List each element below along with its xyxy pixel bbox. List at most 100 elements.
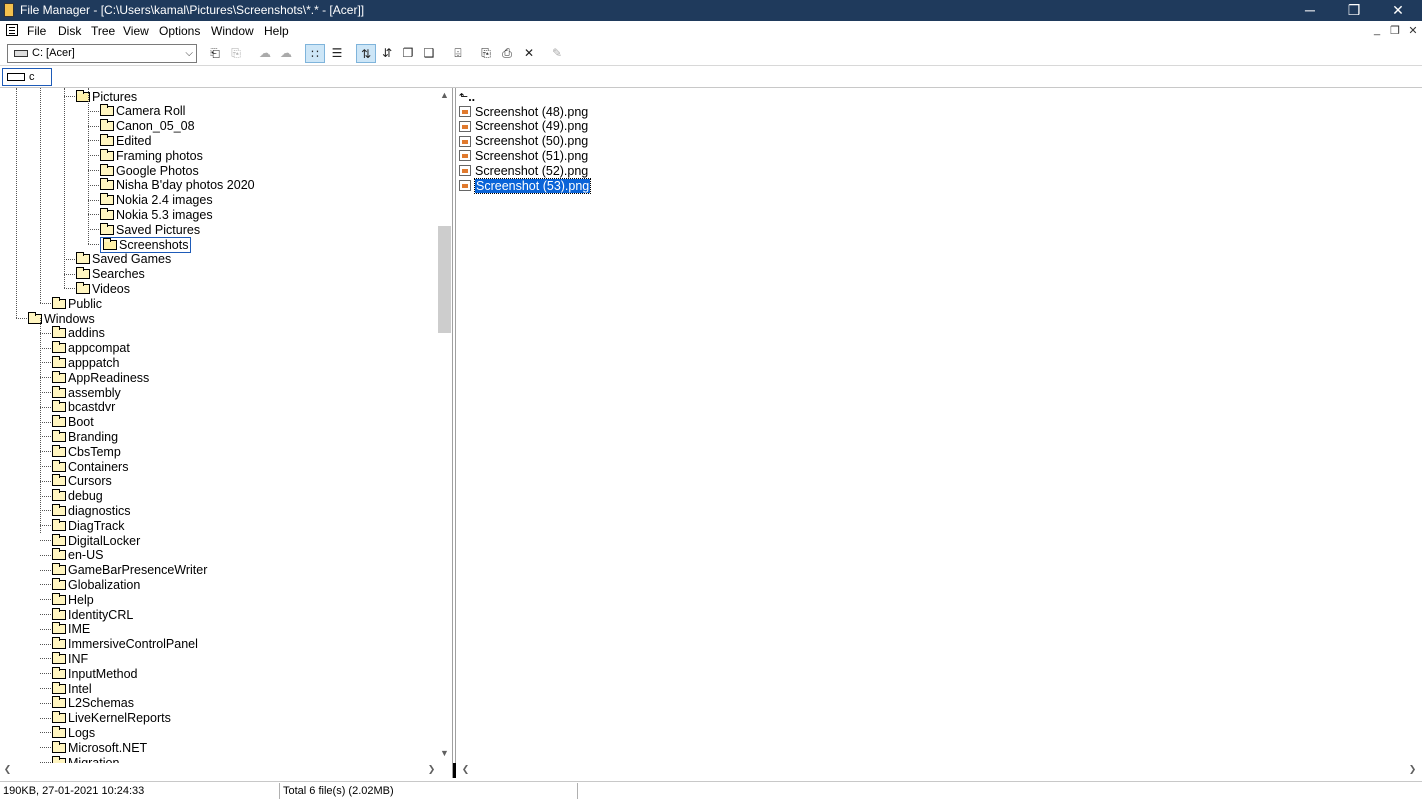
tree-item[interactable]: Cursors <box>52 474 112 489</box>
tree-item[interactable]: diagnostics <box>52 503 131 518</box>
tree-item[interactable]: debug <box>52 489 103 504</box>
scroll-right-arrow-icon[interactable]: ❯ <box>424 764 439 775</box>
tree-vertical-scrollbar[interactable]: ▲ ▼ <box>437 88 452 763</box>
tree-item[interactable]: IdentityCRL <box>52 607 133 622</box>
menu-view[interactable]: View <box>123 24 149 38</box>
scroll-left-arrow-icon[interactable]: ❮ <box>458 764 473 775</box>
tree-item-label: INF <box>68 651 89 666</box>
new-window-icon[interactable]: ⌹ <box>448 44 468 63</box>
connect-drive-icon[interactable]: ⎗ <box>205 44 225 63</box>
tree-item[interactable]: Searches <box>76 267 145 282</box>
tree-item[interactable]: Containers <box>52 459 128 474</box>
tree-item[interactable]: Google Photos <box>100 163 199 178</box>
tree-item[interactable]: Nokia 2.4 images <box>100 193 213 208</box>
large-icons-view-icon[interactable]: ∷ <box>305 44 325 63</box>
system-menu-icon[interactable] <box>6 24 18 36</box>
move-icon[interactable]: ⎙ <box>497 44 517 63</box>
tree-item[interactable]: Branding <box>52 429 118 444</box>
png-file-icon <box>459 106 471 117</box>
child-close-button[interactable]: ✕ <box>1406 24 1420 37</box>
list-view-icon[interactable]: ☰ <box>327 44 347 63</box>
tree-item[interactable]: assembly <box>52 385 121 400</box>
tree-item[interactable]: L2Schemas <box>52 696 134 711</box>
file-item[interactable]: Screenshot (52).png <box>459 163 588 178</box>
menu-tree[interactable]: Tree <box>91 24 115 38</box>
close-button[interactable]: ✕ <box>1376 0 1420 21</box>
file-item[interactable]: Screenshot (49).png <box>459 119 588 134</box>
menu-disk[interactable]: Disk <box>58 24 81 38</box>
scroll-thumb[interactable] <box>438 226 451 333</box>
tree-item[interactable]: DiagTrack <box>52 518 125 533</box>
delete-icon[interactable]: ✕ <box>519 44 539 63</box>
file-item[interactable]: Screenshot (50).png <box>459 134 588 149</box>
menu-window[interactable]: Window <box>211 24 254 38</box>
child-restore-button[interactable]: ❐ <box>1388 24 1402 37</box>
tree-item[interactable]: DigitalLocker <box>52 533 140 548</box>
tree-item[interactable]: Nokia 5.3 images <box>100 207 213 222</box>
sort-by-date-icon[interactable]: ❑ <box>419 44 439 63</box>
tree-item[interactable]: Windows <box>28 311 95 326</box>
tree-item[interactable]: en-US <box>52 548 103 563</box>
tree-item[interactable]: Logs <box>52 725 95 740</box>
tree-item[interactable]: Boot <box>52 415 94 430</box>
file-item[interactable]: Screenshot (48).png <box>459 104 588 119</box>
sort-by-type-icon[interactable]: ⇵ <box>377 44 397 63</box>
tree-item[interactable]: Intel <box>52 681 92 696</box>
tree-item[interactable]: InputMethod <box>52 666 138 681</box>
tree-item[interactable]: bcastdvr <box>52 400 115 415</box>
tree-item[interactable]: Screenshots <box>100 236 192 253</box>
tree-item[interactable]: Camera Roll <box>100 104 185 119</box>
chevron-down-icon[interactable]: ⌵ <box>185 45 193 62</box>
tree-item-label: Migration <box>68 755 120 764</box>
tree-item[interactable]: Videos <box>76 281 130 296</box>
file-item[interactable]: Screenshot (51).png <box>459 148 588 163</box>
drive-c-button[interactable]: c <box>2 68 52 86</box>
sort-by-size-icon[interactable]: ❐ <box>398 44 418 63</box>
tree-item[interactable]: AppReadiness <box>52 370 149 385</box>
tree-item[interactable]: ImmersiveControlPanel <box>52 637 198 652</box>
tree-item[interactable]: GameBarPresenceWriter <box>52 563 207 578</box>
tree-item[interactable]: INF <box>52 651 88 666</box>
file-item[interactable]: Screenshot (53).png <box>459 177 592 194</box>
tree-horizontal-scrollbar[interactable]: ❮ ❯ <box>0 763 452 778</box>
tree-item[interactable]: Microsoft.NET <box>52 740 147 755</box>
tree-item-label: DigitalLocker <box>68 533 141 548</box>
tree-item[interactable]: Edited <box>100 133 151 148</box>
share-icon[interactable]: ☁ <box>255 44 275 63</box>
tree-item[interactable]: LiveKernelReports <box>52 711 171 726</box>
scroll-right-arrow-icon[interactable]: ❯ <box>1405 764 1420 775</box>
tree-item[interactable]: Help <box>52 592 94 607</box>
scroll-left-arrow-icon[interactable]: ❮ <box>0 764 15 775</box>
scroll-down-arrow-icon[interactable]: ▼ <box>437 748 452 758</box>
parent-directory-item[interactable]: ⬑ .. <box>459 89 475 104</box>
tree-item[interactable]: Migration <box>52 755 119 763</box>
file-manager-app-icon[interactable] <box>4 3 14 17</box>
tree-item[interactable]: Saved Pictures <box>100 222 200 237</box>
tree-item[interactable]: Pictures <box>76 89 137 104</box>
tree-item[interactable]: Nisha B'day photos 2020 <box>100 178 255 193</box>
menu-options[interactable]: Options <box>159 24 200 38</box>
tree-item[interactable]: IME <box>52 622 90 637</box>
stop-sharing-icon[interactable]: ☁ <box>276 44 296 63</box>
properties-icon[interactable]: ✎ <box>547 44 567 63</box>
maximize-button[interactable]: ❒ <box>1332 0 1376 21</box>
tree-item[interactable]: Canon_05_08 <box>100 119 195 134</box>
tree-item[interactable]: Saved Games <box>76 252 171 267</box>
disconnect-drive-icon[interactable]: ⎘ <box>226 44 246 63</box>
scroll-up-arrow-icon[interactable]: ▲ <box>437 90 452 100</box>
tree-item[interactable]: Framing photos <box>100 148 203 163</box>
minimize-button[interactable]: ─ <box>1288 0 1332 21</box>
tree-item[interactable]: appcompat <box>52 341 130 356</box>
sort-by-name-icon[interactable]: ⇅ <box>356 44 376 63</box>
tree-item[interactable]: Globalization <box>52 577 140 592</box>
child-minimize-button[interactable]: _ <box>1370 24 1384 36</box>
tree-item[interactable]: Public <box>52 296 102 311</box>
tree-item[interactable]: addins <box>52 326 105 341</box>
drive-select[interactable]: C: [Acer] ⌵ <box>7 44 197 63</box>
menu-file[interactable]: File <box>27 24 46 38</box>
file-horizontal-scrollbar[interactable]: ❮ ❯ <box>456 763 1422 778</box>
tree-item[interactable]: CbsTemp <box>52 444 121 459</box>
tree-item[interactable]: apppatch <box>52 355 119 370</box>
copy-icon[interactable]: ⎘ <box>476 44 496 63</box>
menu-help[interactable]: Help <box>264 24 289 38</box>
